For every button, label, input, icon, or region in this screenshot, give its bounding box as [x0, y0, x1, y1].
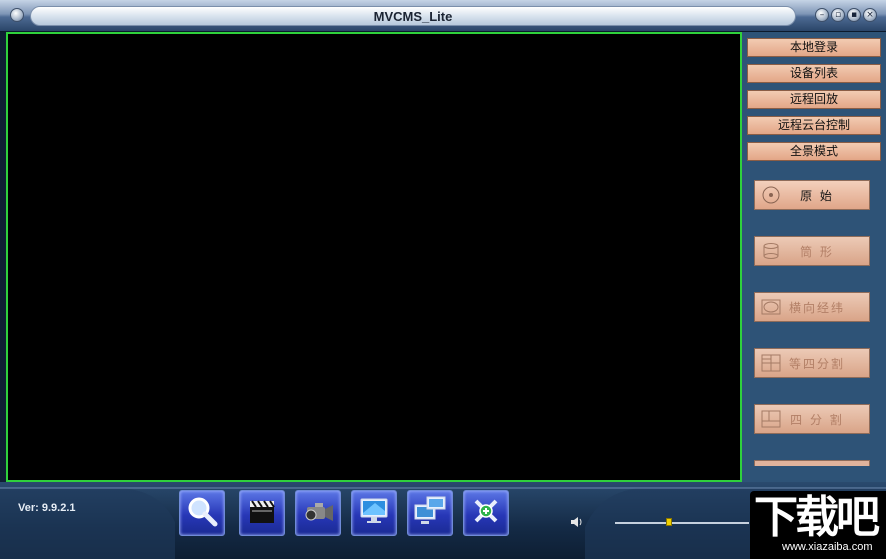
mode-list-overflow [754, 460, 870, 466]
mode-equal-quad-label: 等四分割 [788, 356, 845, 371]
right-panel: 本地登录 设备列表 远程回放 远程云台控制 全景模式 原 始 筒 形 横向经纬 … [742, 32, 886, 482]
search-icon [186, 495, 218, 531]
watermark-url: www.xiazaiba.com [782, 541, 873, 553]
camcorder-icon [301, 495, 335, 531]
mode-quad-split-label: 四 分 割 [790, 412, 844, 427]
remote-ptz-control-button[interactable]: 远程云台控制 [747, 116, 881, 135]
settings-tools-icon [470, 495, 502, 531]
watermark: 下载吧 www.xiazaiba.com [750, 491, 886, 559]
close-icon[interactable]: × [863, 8, 877, 22]
maximize-icon[interactable]: ▪ [847, 8, 861, 22]
restore-icon[interactable]: ▫ [831, 8, 845, 22]
monitor-icon [357, 495, 391, 531]
minimize-icon[interactable]: – [815, 8, 829, 22]
cylinder-icon [761, 242, 781, 260]
mode-quad-split-button[interactable]: 四 分 割 [754, 404, 870, 434]
network-monitor-icon [413, 495, 447, 531]
disc-icon [761, 186, 781, 204]
panorama-mode-button[interactable]: 全景模式 [747, 142, 881, 161]
mode-original-button[interactable]: 原 始 [754, 180, 870, 210]
clapperboard-icon [246, 495, 278, 531]
network-button[interactable] [407, 490, 453, 536]
remote-playback-button[interactable]: 远程回放 [747, 90, 881, 109]
mode-cylinder-label: 筒 形 [800, 244, 834, 259]
mode-cylinder-button[interactable]: 筒 形 [754, 236, 870, 266]
title-pill: MVCMS_Lite [30, 6, 796, 26]
record-button[interactable] [239, 490, 285, 536]
mode-horizontal-latlong-label: 横向经纬 [788, 300, 845, 315]
settings-button[interactable] [463, 490, 509, 536]
grid-four-icon [761, 354, 781, 372]
speaker-icon[interactable] [569, 514, 583, 533]
display-button[interactable] [351, 490, 397, 536]
version-label: Ver: 9.9.2.1 [18, 502, 76, 514]
camera-button[interactable] [295, 490, 341, 536]
mode-horizontal-latlong-button[interactable]: 横向经纬 [754, 292, 870, 322]
quad-split-icon [761, 410, 781, 428]
volume-slider-track[interactable] [615, 522, 749, 524]
watermark-logo: 下载吧 [754, 492, 880, 543]
device-list-button[interactable]: 设备列表 [747, 64, 881, 83]
window-title: MVCMS_Lite [373, 8, 453, 24]
local-login-button[interactable]: 本地登录 [747, 38, 881, 57]
title-bar[interactable]: MVCMS_Lite – ▫ ▪ × [0, 0, 886, 32]
ellipse-icon [761, 298, 781, 316]
video-display[interactable] [6, 32, 742, 482]
mode-original-label: 原 始 [800, 188, 834, 203]
app-menu-icon[interactable] [10, 8, 24, 22]
volume-slider-handle[interactable] [665, 518, 672, 526]
mode-equal-quad-button[interactable]: 等四分割 [754, 348, 870, 378]
search-button[interactable] [179, 490, 225, 536]
